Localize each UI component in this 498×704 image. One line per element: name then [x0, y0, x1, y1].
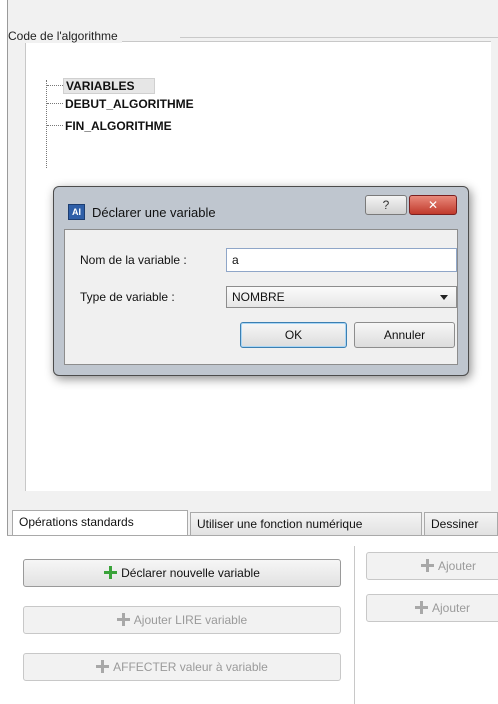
- add-read-variable-button[interactable]: Ajouter LIRE variable: [23, 606, 341, 634]
- tab-dessiner[interactable]: Dessiner: [424, 512, 498, 536]
- plus-icon: [116, 613, 130, 626]
- assign-value-label: AFFECTER valeur à variable: [113, 660, 268, 674]
- dialog-body: Nom de la variable : a Type de variable …: [64, 229, 458, 365]
- ok-button[interactable]: OK: [240, 322, 347, 348]
- plus-icon: [104, 566, 118, 579]
- tree-item-variables[interactable]: VARIABLES: [63, 78, 156, 94]
- declare-variable-label: Déclarer nouvelle variable: [121, 566, 260, 580]
- tree-connector: [47, 103, 63, 104]
- close-button[interactable]: ✕: [409, 195, 457, 215]
- cancel-button[interactable]: Annuler: [354, 322, 455, 348]
- plus-icon: [415, 601, 428, 614]
- declare-variable-button[interactable]: Déclarer nouvelle variable: [23, 559, 341, 587]
- variable-type-label: Type de variable :: [80, 290, 175, 304]
- add-right-button-1[interactable]: Ajouter: [366, 552, 498, 580]
- plus-icon: [96, 660, 110, 673]
- tab-operations-standards[interactable]: Opérations standards: [12, 510, 188, 535]
- app-icon: AI: [68, 204, 85, 220]
- group-border: [180, 37, 498, 38]
- dialog-title: Déclarer une variable: [92, 205, 216, 220]
- variable-name-label: Nom de la variable :: [80, 253, 187, 267]
- add-right-label-1: Ajouter: [438, 559, 477, 573]
- add-right-button-2[interactable]: Ajouter: [366, 594, 498, 622]
- panel-divider: [354, 546, 355, 704]
- assign-value-button[interactable]: AFFECTER valeur à variable: [23, 653, 341, 681]
- variable-type-select[interactable]: NOMBRE: [226, 286, 457, 308]
- chevron-down-icon: [440, 295, 448, 300]
- tree-connector: [47, 85, 63, 86]
- plus-icon: [421, 559, 434, 572]
- tree-connector: [46, 80, 47, 168]
- variable-type-value: NOMBRE: [232, 290, 285, 304]
- add-right-label-2: Ajouter: [432, 601, 471, 615]
- variable-name-input[interactable]: a: [226, 248, 457, 272]
- tree-item-debut[interactable]: DEBUT_ALGORITHME: [65, 97, 194, 111]
- tree-item-fin[interactable]: FIN_ALGORITHME: [65, 119, 172, 133]
- tree-connector: [47, 125, 63, 126]
- help-button[interactable]: ?: [365, 195, 407, 215]
- add-read-variable-label: Ajouter LIRE variable: [133, 613, 248, 627]
- declare-variable-dialog: AI Déclarer une variable ? ✕ Nom de la v…: [53, 186, 469, 376]
- tab-fonction-numerique[interactable]: Utiliser une fonction numérique: [190, 512, 422, 536]
- code-group-legend: Code de l'algorithme: [8, 29, 122, 43]
